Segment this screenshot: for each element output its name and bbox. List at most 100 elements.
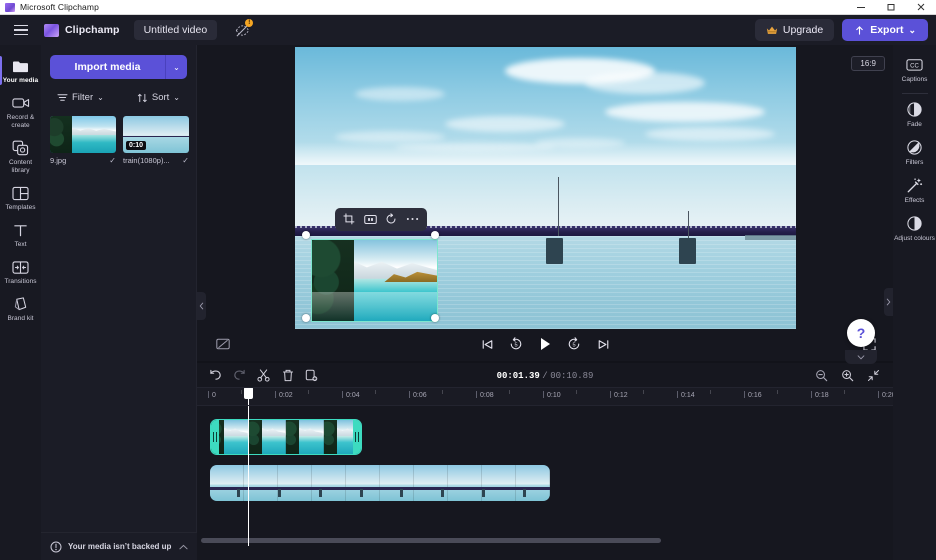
crown-icon: [766, 25, 778, 36]
chevron-down-icon: ⌄: [97, 93, 104, 102]
selected-overlay-image[interactable]: [310, 238, 439, 322]
right-item-filters[interactable]: Filters: [893, 134, 936, 172]
resize-handle-bottom-left[interactable]: [301, 314, 310, 323]
timeline-ruler[interactable]: 0 0:02 0:04 0:06 0:08 0:10 0:12 0:14 0:1…: [197, 387, 893, 406]
hamburger-menu-icon[interactable]: [8, 19, 34, 41]
collapse-right-panel-chevron-right-icon[interactable]: [884, 288, 893, 316]
ruler-label: 0:06: [413, 392, 427, 399]
timeline-tracks[interactable]: [197, 406, 893, 546]
timeline-clip-video[interactable]: [210, 419, 362, 455]
brand: Clipchamp: [44, 23, 120, 37]
chevron-down-icon: ⌄: [908, 24, 916, 35]
right-item-effects[interactable]: Effects: [893, 172, 936, 210]
right-item-label: Fade: [907, 121, 922, 128]
rewind-5-icon[interactable]: 5: [504, 333, 528, 355]
effects-wand-icon: [906, 177, 923, 194]
help-button[interactable]: ?: [847, 319, 875, 347]
fit-fill-icon[interactable]: [361, 211, 380, 228]
clipchamp-logo-icon: [44, 23, 59, 37]
right-item-fade[interactable]: Fade: [893, 96, 936, 134]
filter-button[interactable]: Filter ⌄: [53, 89, 108, 106]
ruler-label: 0:02: [279, 392, 293, 399]
right-item-captions[interactable]: CC Captions: [893, 51, 936, 89]
collapse-media-panel-chevron-left-icon[interactable]: [197, 292, 206, 320]
clip-trim-handle-right[interactable]: [353, 420, 361, 454]
sidebar-item-record-create[interactable]: Record & create: [0, 89, 41, 134]
fit-timeline-icon[interactable]: [863, 366, 884, 385]
preview-sky: [294, 47, 796, 229]
right-item-adjust-colours[interactable]: Adjust colours: [893, 210, 936, 248]
preview-pier: [546, 237, 563, 264]
split-scissors-icon[interactable]: [253, 366, 274, 385]
upgrade-button[interactable]: Upgrade: [754, 19, 835, 41]
ruler-label: 0:16: [748, 392, 762, 399]
sidebar-item-label: Content library: [8, 159, 33, 174]
eye-off-icon[interactable]: !: [231, 19, 254, 41]
timeline-toolbar: 00:01.39 / 00:10.89: [197, 363, 893, 387]
sidebar-item-templates[interactable]: Templates: [0, 179, 41, 216]
scrollbar-thumb[interactable]: [201, 538, 661, 543]
ruler-label: 0:10: [547, 392, 561, 399]
redo-icon[interactable]: [229, 366, 250, 385]
zoom-out-icon[interactable]: [811, 366, 832, 385]
close-button[interactable]: [906, 0, 936, 15]
warning-badge: !: [245, 19, 254, 27]
backup-status-text: Your media isn’t backed up: [68, 542, 172, 551]
zoom-in-icon[interactable]: [837, 366, 858, 385]
minimize-button[interactable]: [846, 0, 876, 15]
playhead[interactable]: [248, 406, 249, 546]
resize-handle-top-right[interactable]: [430, 231, 439, 240]
aspect-ratio-button[interactable]: 16:9: [851, 56, 885, 71]
media-item-meta: train(1080p)... ✓: [123, 156, 189, 165]
timeline-clip-train[interactable]: [210, 465, 550, 501]
svg-text:5: 5: [514, 343, 517, 349]
sidebar-item-your-media[interactable]: Your media: [0, 52, 41, 89]
upgrade-label: Upgrade: [782, 24, 824, 36]
clip-floating-toolbar: [334, 207, 427, 231]
delete-trash-icon[interactable]: [277, 366, 298, 385]
resize-handle-bottom-right[interactable]: [430, 314, 439, 323]
undo-icon[interactable]: [205, 366, 226, 385]
duplicate-icon[interactable]: [301, 366, 322, 385]
preview-pier: [679, 237, 697, 264]
skip-next-icon[interactable]: [591, 333, 615, 355]
current-time: 00:01.39: [496, 370, 540, 381]
skip-previous-icon[interactable]: [475, 333, 499, 355]
clip-thumbnails: [211, 420, 361, 454]
resize-handle-top-left[interactable]: [301, 231, 310, 240]
import-media-button[interactable]: Import media: [50, 55, 165, 79]
export-button[interactable]: Export ⌄: [842, 19, 928, 41]
ruler-label: 0:20: [882, 392, 893, 399]
app-toolbar: Clipchamp Untitled video ! Upgrade Expor…: [0, 15, 936, 45]
sidebar-item-transitions[interactable]: Transitions: [0, 253, 41, 290]
import-media-row: Import media ⌄: [50, 55, 187, 79]
media-thumbnail[interactable]: [50, 116, 116, 153]
more-options-icon[interactable]: [403, 211, 422, 228]
sort-button[interactable]: Sort ⌄: [133, 89, 184, 106]
sidebar-item-text[interactable]: Text: [0, 216, 41, 253]
project-name-input[interactable]: Untitled video: [133, 20, 218, 40]
templates-grid-icon: [12, 184, 29, 202]
content-library-icon: [12, 139, 29, 157]
sidebar-item-content-library[interactable]: Content library: [0, 134, 41, 179]
media-item-train[interactable]: 0:10 train(1080p)... ✓: [123, 116, 189, 165]
crop-icon[interactable]: [340, 211, 359, 228]
right-properties-rail: CC Captions Fade Filters Effects Adjust …: [893, 45, 936, 560]
playhead-handle[interactable]: [244, 388, 253, 399]
forward-5-icon[interactable]: 5: [562, 333, 586, 355]
video-preview-canvas[interactable]: [294, 47, 796, 329]
stage-collapse-chevron-down-icon[interactable]: [845, 350, 877, 364]
chevron-up-icon[interactable]: [179, 544, 188, 550]
player-controls: 5 5: [197, 330, 893, 358]
play-button[interactable]: [533, 333, 557, 355]
sidebar-item-brand-kit[interactable]: Brand kit: [0, 290, 41, 327]
media-item-9jpg[interactable]: 9.jpg ✓: [50, 116, 116, 165]
maximize-button[interactable]: [876, 0, 906, 15]
timeline-horizontal-scrollbar[interactable]: [197, 538, 893, 543]
rotate-icon[interactable]: [382, 211, 401, 228]
media-thumbnail[interactable]: 0:10: [123, 116, 189, 153]
import-media-dropdown[interactable]: ⌄: [165, 55, 187, 79]
clipchamp-app-window: Microsoft Clipchamp Clipchamp Untitled v…: [0, 0, 936, 560]
backup-status-bar[interactable]: Your media isn’t backed up: [41, 532, 197, 560]
clip-trim-handle-left[interactable]: [211, 420, 219, 454]
